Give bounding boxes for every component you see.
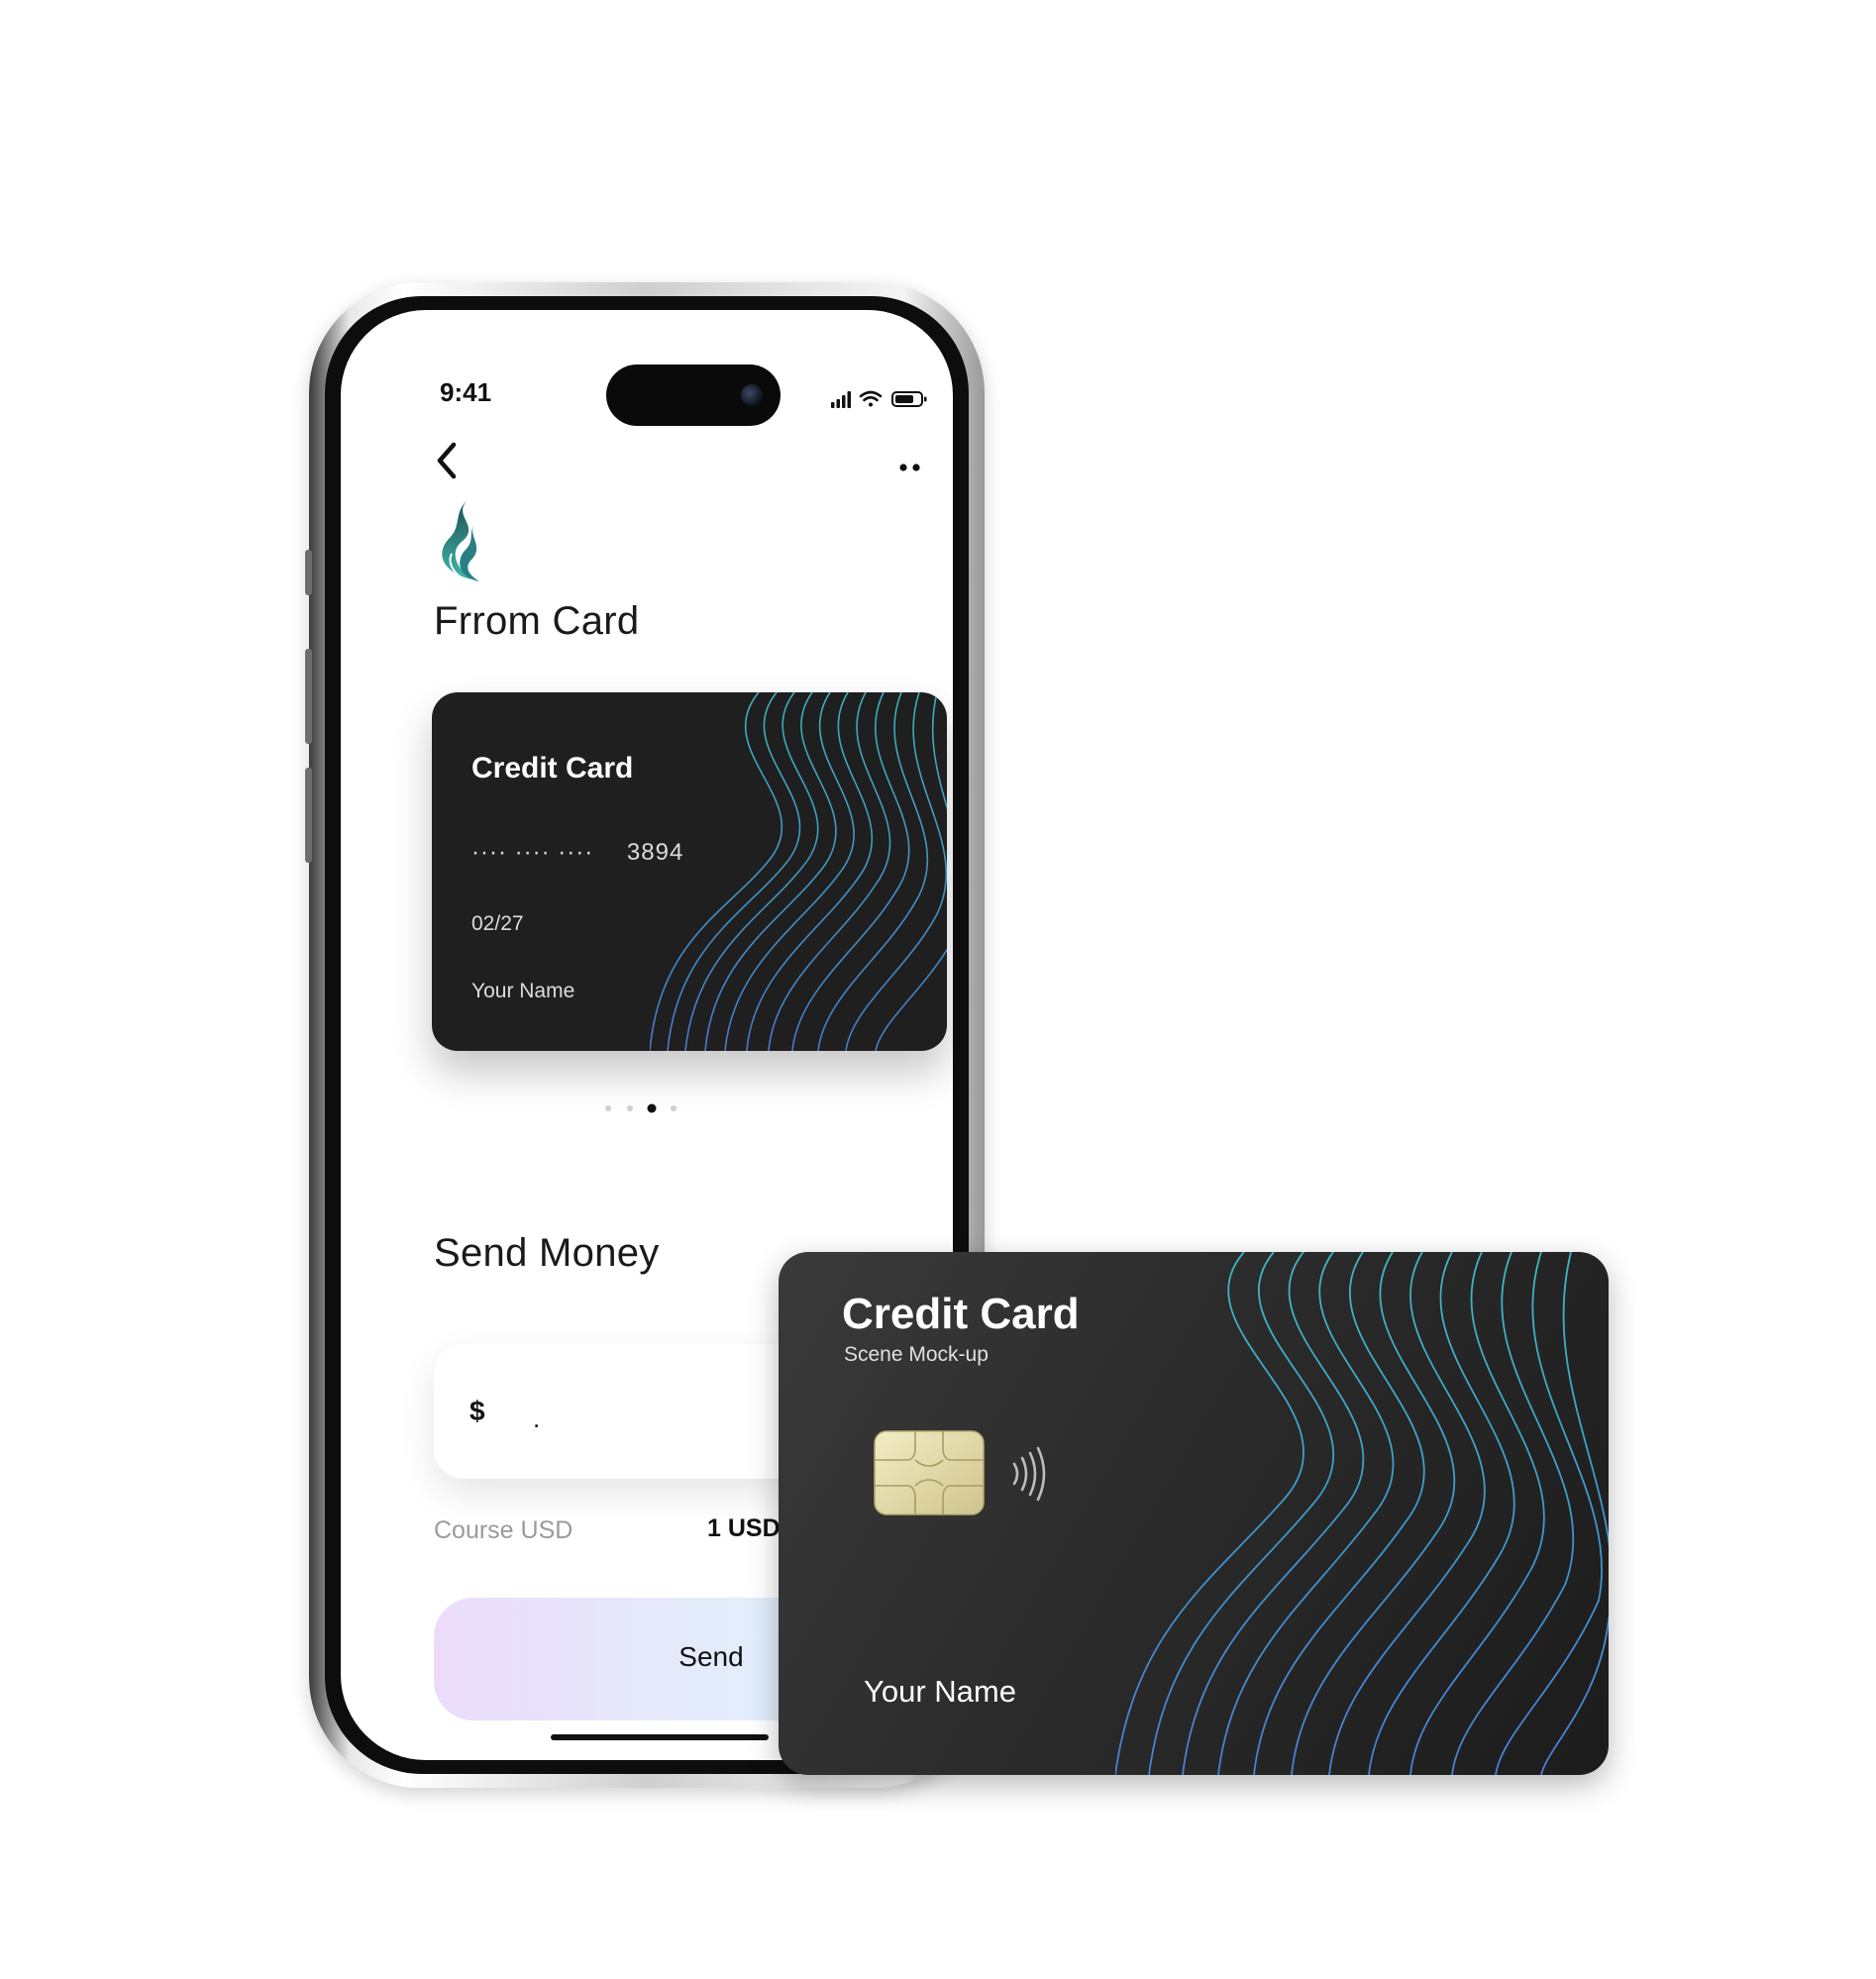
mockup-wave-pattern (1115, 1252, 1609, 1775)
card-expiry: 02/27 (471, 912, 524, 935)
carousel-dot-active (647, 1103, 657, 1113)
amount-value: . (533, 1404, 541, 1433)
status-icons (831, 390, 927, 408)
more-dots-icon (899, 464, 920, 471)
card-number: ···· ···· ···· 3894 (471, 839, 683, 867)
more-options-button[interactable] (895, 461, 925, 474)
mockup-card-holder: Your Name (864, 1674, 1016, 1709)
emv-chip-icon (874, 1430, 985, 1515)
front-camera (741, 384, 763, 406)
signal-icon (831, 391, 851, 408)
carousel-dot (671, 1105, 677, 1111)
volume-up-button (305, 649, 312, 744)
from-card-title: Frrom Card (434, 599, 640, 643)
send-money-title: Send Money (434, 1231, 660, 1275)
dynamic-island (606, 365, 781, 426)
card-wave-pattern (650, 692, 947, 1051)
contactless-icon (1012, 1446, 1046, 1502)
card-holder-name: Your Name (471, 980, 575, 1002)
wifi-icon (859, 390, 883, 407)
mockup-card-title: Credit Card (842, 1290, 1080, 1338)
mockup-card-subtitle: Scene Mock-up (844, 1343, 989, 1366)
silent-switch (305, 550, 312, 595)
card-number-last4: 3894 (626, 839, 684, 866)
card-title: Credit Card (471, 752, 634, 784)
home-indicator (551, 1734, 769, 1740)
card-number-mask: ···· ···· ···· (471, 839, 594, 866)
selected-credit-card[interactable]: Credit Card ···· ···· ···· 3894 02/27 Yo… (432, 692, 947, 1051)
carousel-dot (605, 1105, 611, 1111)
chevron-left-icon (437, 442, 457, 479)
brand-logo (442, 500, 479, 581)
mockup-credit-card: Credit Card Scene Mock-up Your Name (779, 1252, 1609, 1775)
back-button[interactable] (428, 439, 468, 482)
volume-down-button (305, 768, 312, 863)
currency-symbol: $ (469, 1396, 485, 1426)
course-label: Course USD (434, 1516, 573, 1544)
carousel-dot (627, 1105, 633, 1111)
battery-icon (891, 391, 927, 407)
status-time: 9:41 (440, 377, 492, 407)
card-carousel-dots (605, 1103, 677, 1113)
